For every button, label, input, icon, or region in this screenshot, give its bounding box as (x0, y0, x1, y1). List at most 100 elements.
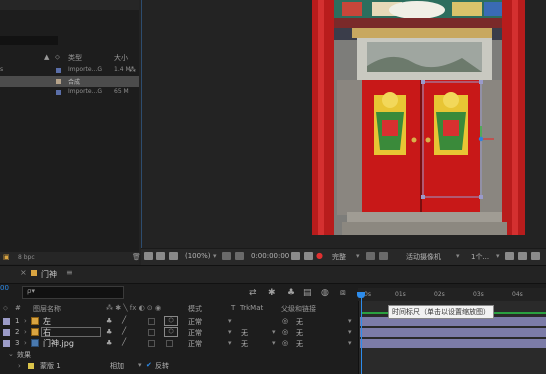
layer-duration-bar[interactable] (360, 328, 546, 337)
composition-image[interactable] (312, 0, 525, 235)
show-channel-icon[interactable] (304, 252, 313, 260)
switches-header-icon[interactable]: ⁂ ✱ ╲ fx ◐ ⊙ ◉ (106, 304, 161, 312)
sort-arrow-icon[interactable]: ▲ (44, 53, 49, 61)
fast-previews-icon[interactable] (379, 252, 388, 260)
mode-header[interactable]: 模式 (188, 304, 202, 314)
trkmat-dropdown[interactable]: 无 (241, 339, 248, 349)
layer-label-swatch[interactable] (3, 329, 10, 336)
motion-blur-icon[interactable]: ◍ (321, 288, 329, 298)
project-search-input[interactable] (0, 36, 58, 45)
parent-dropdown[interactable]: 无 (296, 328, 303, 338)
view-options-icon[interactable] (505, 252, 514, 260)
parent-dropdown[interactable]: 无 (296, 317, 303, 327)
size-column-header[interactable]: 大小 (114, 53, 128, 63)
bpc-label[interactable]: 8 bpc (18, 254, 35, 261)
label-swatch[interactable] (56, 68, 61, 73)
project-item[interactable]: s Importe...G 1.4 M ⁂ (0, 65, 139, 76)
close-tab-icon[interactable]: × (20, 268, 27, 277)
shy-icon[interactable]: ♣ (106, 317, 112, 325)
layer-label-swatch[interactable] (3, 340, 10, 347)
current-time-indicator[interactable] (361, 296, 362, 374)
pick-whip-icon[interactable]: ◎ (282, 317, 288, 325)
disclosure-icon[interactable]: › (24, 317, 27, 325)
quality-icon[interactable]: ╱ (122, 316, 126, 324)
layer-label-swatch[interactable] (3, 318, 10, 325)
camera-icon[interactable] (291, 252, 300, 260)
3d-layer-icon[interactable]: ⬡ (164, 327, 178, 337)
monitor-icon[interactable] (156, 252, 165, 260)
label-column-icon[interactable]: ⬦ (55, 53, 60, 62)
composition-icon[interactable]: ▣ (3, 253, 10, 261)
layer-name[interactable]: 右 (43, 327, 51, 338)
views-chevron-icon[interactable]: ▾ (496, 252, 500, 260)
switch-box[interactable] (148, 340, 155, 347)
3d-layer-icon[interactable]: ⬡ (164, 316, 178, 326)
switch-box[interactable] (148, 329, 155, 336)
shy-icon[interactable]: ♣ (106, 339, 112, 347)
frame-blending-icon[interactable]: ▤ (303, 288, 312, 298)
region-of-interest-icon[interactable] (366, 252, 375, 260)
disclosure-open-icon[interactable]: ⌄ (8, 350, 14, 358)
pick-whip-icon[interactable]: ◎ (282, 339, 288, 347)
exposure-icon[interactable] (531, 252, 540, 260)
label-column-icon[interactable]: ⬦ (3, 304, 8, 313)
project-item[interactable]: Importe...G 65 M (0, 87, 139, 98)
current-time-indicator-head[interactable] (357, 292, 365, 298)
layer-row[interactable]: 3 › 门神.jpg ♣ ╱ 正常 ▾ 无 ▾ ◎ 无 ▾ (0, 338, 358, 349)
trkmat-header[interactable]: TrkMat (240, 304, 263, 312)
trkmat-chevron-icon[interactable]: ▾ (272, 339, 276, 347)
reset-exposure-icon[interactable] (518, 252, 527, 260)
pick-whip-icon[interactable]: ◎ (282, 328, 288, 336)
current-time-display[interactable]: 00 (0, 284, 9, 292)
blend-mode-dropdown[interactable]: 正常 (188, 317, 202, 327)
zoom-dropdown[interactable]: (100%) (185, 252, 210, 260)
layer-duration-bar[interactable] (360, 339, 546, 348)
blend-mode-dropdown[interactable]: 正常 (188, 339, 202, 349)
type-column-header[interactable]: 类型 (68, 53, 82, 63)
snapshot-icon[interactable] (169, 252, 178, 260)
layer-name[interactable]: 门神.jpg (43, 338, 74, 349)
comp-mini-flowchart-icon[interactable]: ⇄ (249, 288, 257, 298)
switch-box[interactable] (148, 318, 155, 325)
layer-name-header[interactable]: 图层名称 (33, 304, 61, 314)
disclosure-icon[interactable]: › (18, 362, 21, 370)
mode-chevron-icon[interactable]: ▾ (228, 328, 232, 336)
parent-chevron-icon[interactable]: ▾ (348, 317, 352, 325)
parent-chevron-icon[interactable]: ▾ (348, 328, 352, 336)
project-item[interactable]: 合成 (0, 76, 139, 87)
trkmat-dropdown[interactable]: 无 (241, 328, 248, 338)
mask-mode-dropdown[interactable]: 相加 (110, 361, 124, 371)
blend-mode-dropdown[interactable]: 正常 (188, 328, 202, 338)
quality-icon[interactable]: ╱ (122, 338, 126, 346)
always-preview-icon[interactable] (144, 252, 153, 260)
timecode-display[interactable]: 0:00:00:00 (251, 252, 289, 260)
rgb-channel-icon[interactable]: ● (316, 251, 323, 260)
camera-dropdown[interactable]: 活动摄像机 (406, 252, 441, 262)
parent-header[interactable]: 父级和链接 (281, 304, 316, 314)
trkmat-chevron-icon[interactable]: ▾ (272, 328, 276, 336)
mask-mode-chevron-icon[interactable]: ▾ (138, 361, 142, 369)
parent-chevron-icon[interactable]: ▾ (348, 339, 352, 347)
camera-chevron-icon[interactable]: ▾ (456, 252, 460, 260)
disclosure-icon[interactable]: › (24, 339, 27, 347)
trash-icon[interactable]: 🗑 (132, 253, 141, 261)
label-swatch[interactable] (56, 90, 61, 95)
layer-row[interactable]: 1 › 左 ♣ ╱ ⬡ 正常 ▾ ◎ 无 ▾ (0, 316, 358, 327)
parent-dropdown[interactable]: 无 (296, 339, 303, 349)
tab-menu-icon[interactable]: ≡ (66, 268, 73, 277)
mask-group-label[interactable]: 效果 (17, 350, 31, 360)
disclosure-icon[interactable]: › (24, 328, 27, 336)
t-header[interactable]: T (231, 304, 235, 312)
mode-chevron-icon[interactable]: ▾ (228, 339, 232, 347)
quality-icon[interactable]: ╱ (122, 327, 126, 335)
mode-chevron-icon[interactable]: ▾ (228, 317, 232, 325)
mask-color-swatch[interactable] (28, 363, 34, 369)
draft-3d-icon[interactable]: ✱ (268, 288, 276, 298)
3d-layer-switch[interactable] (166, 340, 173, 347)
number-column-icon[interactable]: # (15, 304, 21, 312)
zoom-chevron-icon[interactable]: ▾ (213, 252, 217, 260)
safe-zones-icon[interactable] (222, 252, 231, 260)
layer-search-input[interactable] (22, 286, 124, 299)
label-swatch[interactable] (56, 79, 61, 84)
resolution-dropdown[interactable]: 完整 (332, 252, 346, 262)
